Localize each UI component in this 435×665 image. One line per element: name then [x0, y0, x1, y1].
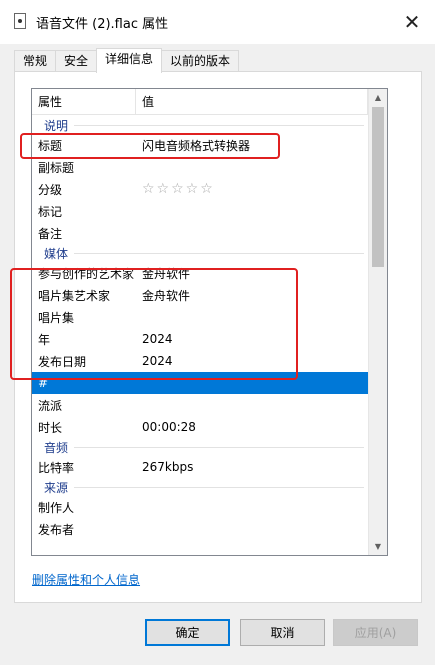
property-name: 比特率 — [38, 460, 75, 475]
scroll-up-icon[interactable]: ▲ — [369, 89, 387, 106]
row-comments[interactable]: 备注 — [32, 222, 368, 244]
close-icon: ✕ — [403, 10, 421, 34]
property-name: 时长 — [38, 420, 63, 435]
property-name: 制作人 — [38, 500, 75, 515]
tab-security[interactable]: 安全 — [55, 50, 98, 72]
group-description: 说明 — [32, 116, 368, 134]
tab-details[interactable]: 详细信息 — [96, 48, 163, 73]
close-button[interactable]: ✕ — [389, 0, 435, 44]
group-origin: 来源 — [32, 478, 368, 496]
group-divider — [74, 124, 364, 126]
header-property[interactable]: 属性 — [32, 89, 136, 114]
property-name: 标记 — [38, 204, 63, 219]
row-producer[interactable]: 制作人 — [32, 496, 368, 518]
list-header: 属性 值 — [32, 89, 368, 115]
property-value[interactable]: 00:00:28 — [142, 420, 368, 434]
apply-button[interactable]: 应用(A) — [333, 619, 418, 646]
remove-properties-link[interactable]: 删除属性和个人信息 — [32, 571, 140, 588]
row-bitrate[interactable]: 比特率 267kbps — [32, 456, 368, 478]
property-name: 副标题 — [38, 160, 75, 175]
highlight-box-title — [20, 133, 280, 159]
row-genre[interactable]: 流派 — [32, 394, 368, 416]
property-value[interactable]: 267kbps — [142, 460, 368, 474]
property-name: 备注 — [38, 226, 63, 241]
row-subtitle[interactable]: 副标题 — [32, 156, 368, 178]
row-tags[interactable]: 标记 — [32, 200, 368, 222]
group-media: 媒体 — [32, 244, 368, 262]
tab-previous-versions[interactable]: 以前的版本 — [161, 50, 240, 72]
highlight-box-media — [10, 268, 298, 380]
window-title: 语音文件 (2).flac 属性 — [36, 17, 169, 32]
property-name: 发布者 — [38, 522, 75, 537]
group-label: 说明 — [44, 118, 69, 133]
row-rating[interactable]: 分级 ☆☆☆☆☆ — [32, 178, 368, 200]
tab-strip: 常规 安全 详细信息 以前的版本 — [14, 48, 240, 73]
group-audio: 音频 — [32, 438, 368, 456]
row-publisher[interactable]: 发布者 — [32, 518, 368, 540]
group-divider — [74, 446, 364, 448]
scroll-thumb[interactable] — [372, 107, 384, 267]
group-divider — [74, 486, 364, 488]
cancel-button[interactable]: 取消 — [240, 619, 325, 646]
property-name: 分级 — [38, 182, 63, 197]
vertical-scrollbar[interactable]: ▲ ▼ — [368, 89, 387, 555]
group-label: 音频 — [44, 440, 69, 455]
property-name: 流派 — [38, 398, 63, 413]
audio-file-icon — [14, 13, 26, 29]
title-bar: 语音文件 (2).flac 属性 ✕ — [0, 0, 435, 44]
ok-button[interactable]: 确定 — [145, 619, 230, 646]
rating-stars-icon[interactable]: ☆☆☆☆☆ — [142, 181, 368, 197]
tab-general[interactable]: 常规 — [14, 50, 57, 72]
row-length[interactable]: 时长 00:00:28 — [32, 416, 368, 438]
header-value[interactable]: 值 — [136, 89, 368, 114]
group-label: 来源 — [44, 480, 69, 495]
group-divider — [74, 252, 364, 254]
scroll-down-icon[interactable]: ▼ — [369, 538, 387, 555]
group-label: 媒体 — [44, 246, 69, 261]
